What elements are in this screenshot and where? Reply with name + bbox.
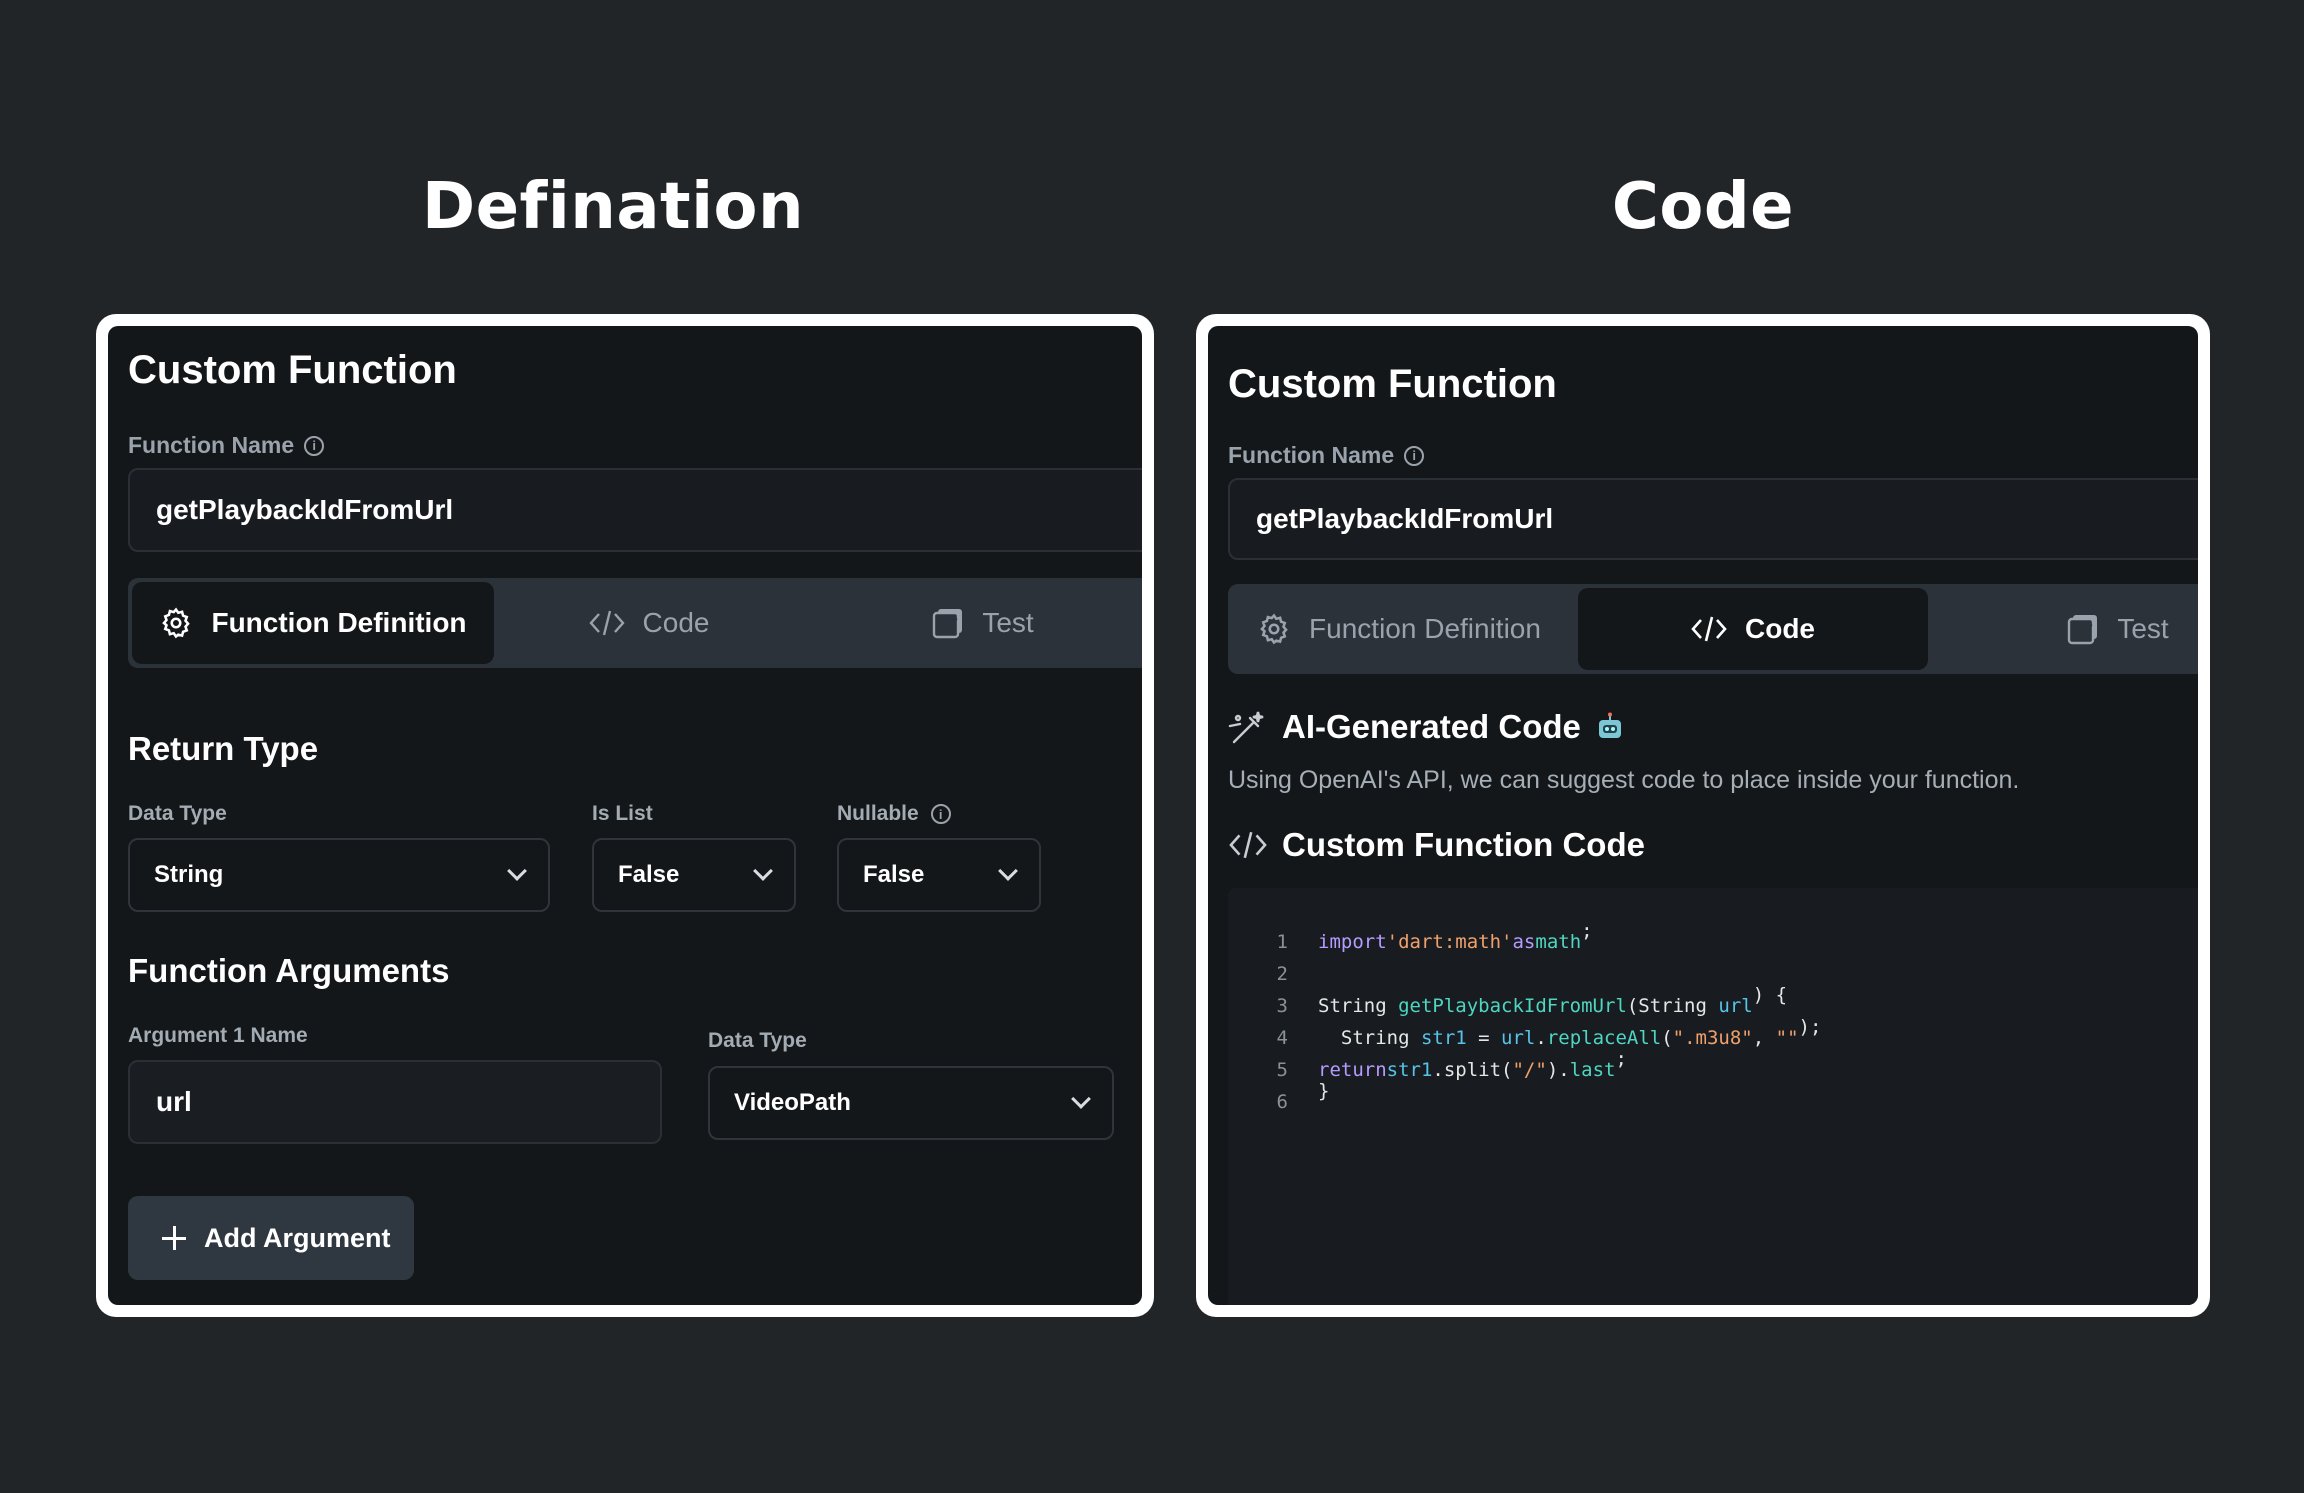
nullable-label-text: Nullable	[837, 802, 919, 825]
tab-test[interactable]: ? Test	[2008, 588, 2198, 670]
add-argument-button[interactable]: Add Argument	[128, 1196, 414, 1280]
gear-icon	[162, 607, 191, 639]
function-arguments-title: Function Arguments	[128, 952, 450, 989]
tab-label: Test	[2117, 613, 2169, 644]
code-icon	[1229, 831, 1267, 859]
code-screenshot-frame: Custom Function Function Name i getPlayb…	[1196, 314, 2210, 1317]
argument-1-name-field[interactable]: url	[128, 1060, 662, 1144]
tab-bar: Function Definition Code ? Test	[1228, 584, 2198, 674]
code-icon	[1691, 616, 1727, 642]
code-icon	[588, 610, 625, 636]
panel-title: Custom Function	[1228, 362, 1557, 406]
tab-code[interactable]: Code	[1578, 588, 1928, 670]
function-name-label-text: Function Name	[1228, 442, 1395, 468]
heading-code: Code	[1611, 170, 1795, 244]
argument-data-type-select[interactable]: VideoPath	[708, 1066, 1114, 1140]
tab-function-definition[interactable]: Function Definition	[132, 582, 494, 664]
nullable-label: Nullable i	[837, 802, 951, 826]
info-icon[interactable]: i	[304, 435, 325, 456]
add-argument-label: Add Argument	[204, 1222, 391, 1253]
line-number: 3	[1276, 995, 1288, 1017]
data-type-value: String	[154, 861, 224, 888]
code-line-3: 3 String getPlaybackIdFromUrl (String url)…	[1228, 984, 1821, 1022]
line-number: 2	[1276, 963, 1288, 985]
ai-description: Using OpenAI's API, we can suggest code …	[1228, 766, 2020, 794]
tab-function-definition[interactable]: Function Definition	[1238, 588, 1560, 670]
svg-text:?: ?	[950, 615, 958, 631]
is-list-select[interactable]: False	[592, 838, 796, 912]
is-list-value: False	[618, 861, 680, 888]
code-line-5: 5 return str1 .split("/"). last;	[1228, 1048, 1684, 1086]
robot-icon	[1598, 712, 1621, 738]
function-name-field[interactable]: getPlaybackIdFromUrl	[1228, 478, 2198, 560]
code-title-text: Custom Function Code	[1282, 826, 1645, 863]
chevron-down-icon	[507, 861, 527, 881]
function-name-field[interactable]: getPlaybackIdFromUrl	[128, 468, 1142, 552]
line-number: 4	[1276, 1027, 1288, 1049]
is-list-label: Is List	[592, 802, 653, 825]
ai-title-text: AI-Generated Code	[1282, 708, 1581, 745]
test-icon: ?	[2068, 615, 2098, 645]
chevron-down-icon	[1071, 1089, 1091, 1109]
argument-data-type-value: VideoPath	[734, 1089, 851, 1116]
line-number: 5	[1276, 1059, 1288, 1081]
magic-wand-icon	[1228, 711, 1264, 744]
argument-1-name-label: Argument 1 Name	[128, 1024, 308, 1047]
heading-definition: Defination	[421, 170, 805, 244]
function-name-label-text: Function Name	[128, 432, 295, 458]
code-editor[interactable]: 1 import 'dart:math' as math; 2 3 String g…	[1228, 888, 2198, 1305]
tab-code[interactable]: Code	[494, 582, 804, 664]
code-line-1: 1 import 'dart:math' as math;	[1228, 920, 1650, 958]
plus-icon	[162, 1226, 186, 1250]
nullable-select[interactable]: False	[837, 838, 1041, 912]
code-line-4: 4 String str1 = url. replaceAll(".m3u8", …	[1228, 1016, 1867, 1054]
info-icon[interactable]: i	[1404, 445, 1425, 466]
tab-test[interactable]: ? Test	[858, 582, 1108, 664]
code-line-2: 2	[1228, 958, 1318, 990]
custom-function-code-title: Custom Function Code	[1228, 826, 1645, 864]
chevron-down-icon	[998, 861, 1018, 881]
custom-function-panel: Custom Function Function Name i getPlayb…	[1208, 326, 2198, 1305]
definition-screenshot-frame: Custom Function Function Name i getPlayb…	[96, 314, 1154, 1317]
line-number: 1	[1276, 931, 1288, 953]
ai-generated-code-title: AI-Generated Code	[1228, 708, 1625, 746]
function-name-label: Function Name i	[128, 432, 325, 459]
test-icon: ?	[933, 609, 963, 639]
return-type-title: Return Type	[128, 730, 319, 767]
svg-text:?: ?	[2085, 621, 2093, 637]
code-line-6: 6}	[1228, 1080, 1387, 1118]
function-name-label: Function Name i	[1228, 442, 1425, 469]
info-icon[interactable]: i	[930, 804, 951, 824]
custom-function-panel: Custom Function Function Name i getPlayb…	[108, 326, 1142, 1305]
data-type-label: Data Type	[128, 802, 227, 825]
line-number: 6	[1276, 1091, 1288, 1113]
gear-icon	[1260, 613, 1288, 645]
tab-label: Code	[1745, 613, 1815, 644]
nullable-value: False	[863, 861, 925, 888]
tab-label: Function Definition	[1309, 613, 1541, 644]
tab-label: Function Definition	[211, 607, 467, 638]
tab-bar: Function Definition Code ? Test	[128, 578, 1142, 668]
argument-data-type-label: Data Type	[708, 1029, 807, 1052]
tab-label: Test	[982, 607, 1034, 638]
data-type-select[interactable]: String	[128, 838, 550, 912]
tab-label: Code	[642, 607, 710, 638]
panel-title: Custom Function	[128, 348, 457, 392]
chevron-down-icon	[753, 861, 773, 881]
